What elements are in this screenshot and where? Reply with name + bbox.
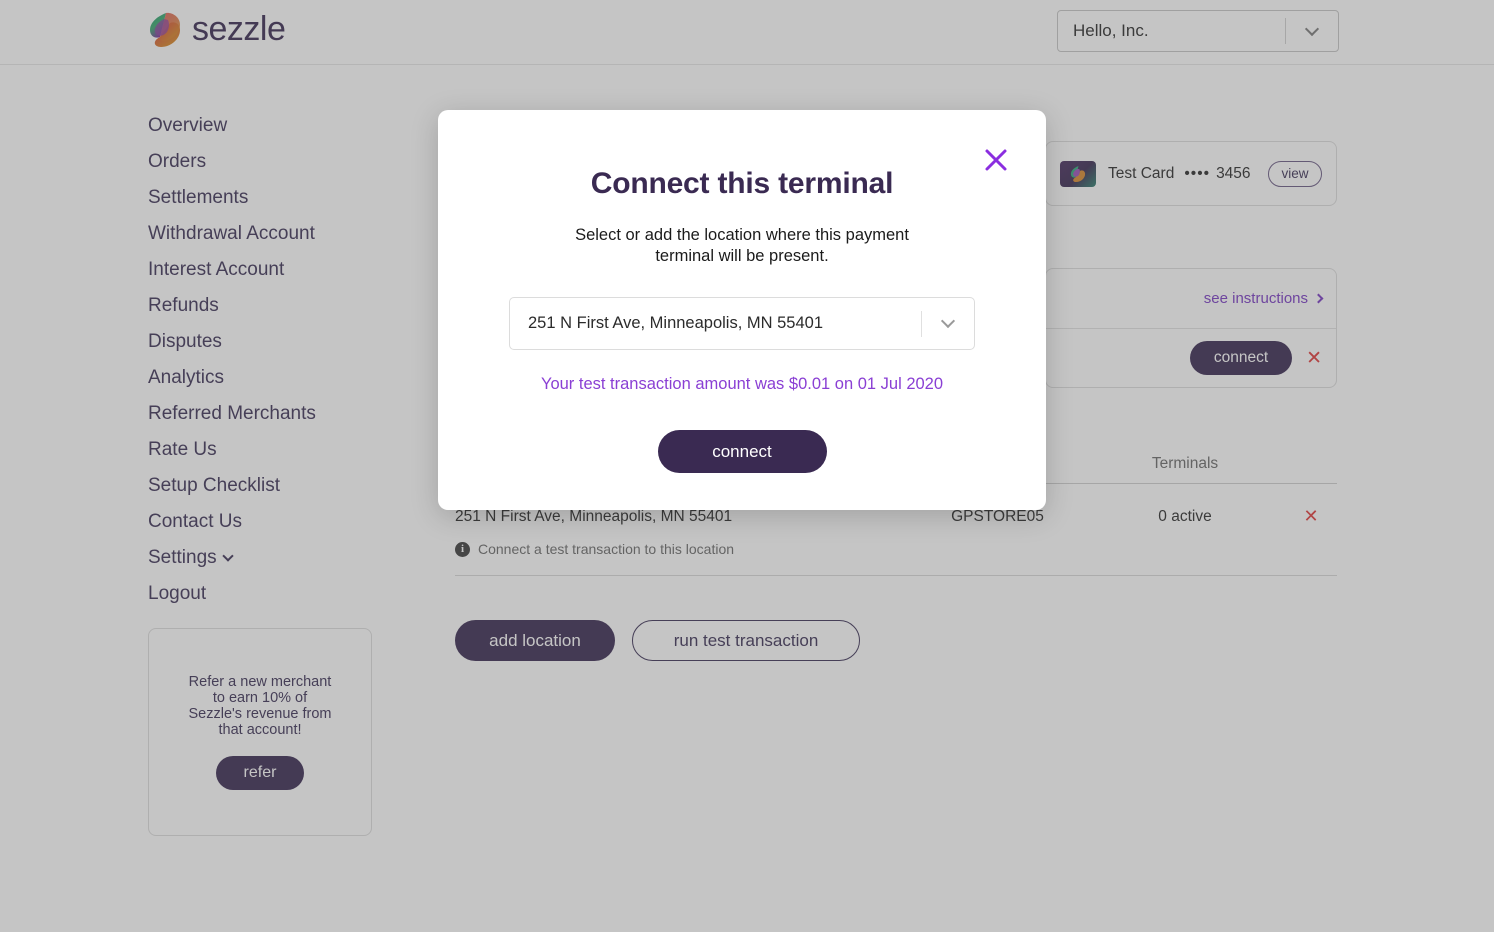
chevron-down-icon[interactable] — [922, 313, 974, 329]
location-select-value: 251 N First Ave, Minneapolis, MN 55401 — [528, 314, 824, 332]
test-transaction-note: Your test transaction amount was $0.01 o… — [540, 375, 944, 393]
modal-title: Connect this terminal — [590, 167, 894, 200]
modal-connect-button[interactable]: connect — [657, 430, 827, 473]
connect-terminal-modal: Connect this terminal Select or add the … — [438, 110, 1046, 510]
modal-subtitle: Select or add the location where this pa… — [575, 226, 909, 265]
close-icon[interactable] — [984, 148, 1008, 172]
location-select[interactable]: 251 N First Ave, Minneapolis, MN 55401 — [509, 297, 975, 350]
